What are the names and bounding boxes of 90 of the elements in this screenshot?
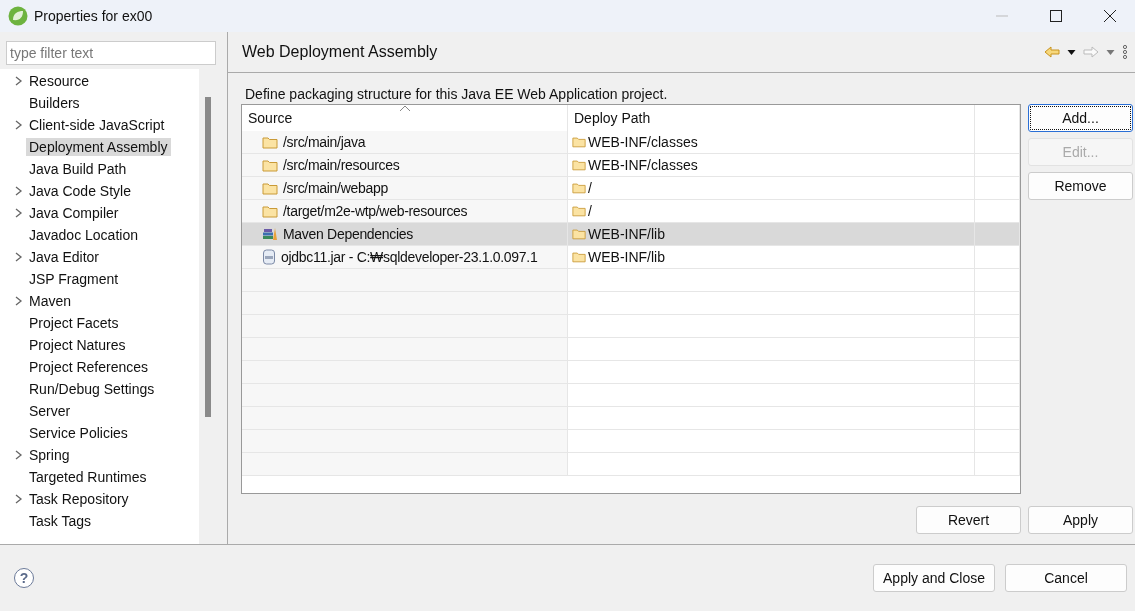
window-title: Properties for ex00 — [34, 8, 153, 24]
tree-item[interactable]: Java Build Path — [26, 160, 130, 178]
page-button[interactable]: Apply — [1028, 506, 1133, 534]
folder-icon — [572, 251, 586, 263]
maximize-icon[interactable] — [1050, 10, 1062, 22]
close-icon[interactable] — [1104, 10, 1116, 22]
tree-item[interactable]: Run/Debug Settings — [26, 380, 158, 398]
source-path: /target/m2e-wtp/web-resources — [283, 203, 468, 219]
folder-icon — [262, 158, 278, 172]
table-cell — [975, 384, 1020, 407]
table-cell — [975, 292, 1020, 315]
source-path: /src/main/webapp — [283, 180, 388, 196]
chevron-icon[interactable] — [15, 186, 23, 196]
tree-item[interactable]: Project References — [26, 358, 152, 376]
table-row[interactable]: ojdbc11.jar - C:₩sqldeveloper-23.1.0.097.1 WEB-INF/lib — [242, 246, 1020, 269]
page-description: Define packaging structure for this Java EE Web Application project. — [245, 86, 669, 102]
table-cell — [975, 453, 1020, 476]
deploy-path: WEB-INF/lib — [588, 226, 665, 242]
tree-item[interactable]: Task Tags — [26, 512, 94, 530]
tree-item[interactable]: Javadoc Location — [26, 226, 141, 244]
tree-item[interactable]: JSP Fragment — [26, 270, 122, 288]
deploy-path: WEB-INF/lib — [588, 249, 665, 265]
folder-icon — [572, 159, 586, 171]
tree-item[interactable]: Server — [26, 402, 74, 420]
folder-icon — [572, 182, 586, 194]
tree-item[interactable]: Task Repository — [26, 490, 132, 508]
deploy-path: / — [588, 203, 592, 219]
source-path: Maven Dependencies — [283, 226, 414, 242]
source-path: ojdbc11.jar - C:₩sqldeveloper-23.1.0.097.1 — [281, 249, 538, 265]
tree-item[interactable]: Java Editor — [26, 248, 103, 266]
more-options-icon[interactable] — [1122, 45, 1128, 59]
chevron-icon[interactable] — [15, 120, 23, 130]
folder-icon — [572, 205, 586, 217]
table-cell — [975, 338, 1020, 361]
deploy-path: WEB-INF/classes — [588, 157, 698, 173]
table-cell — [975, 315, 1020, 338]
side-button[interactable]: Add... — [1028, 104, 1133, 132]
tree-item[interactable]: Builders — [26, 94, 83, 112]
books-icon — [262, 227, 278, 241]
table-cell — [975, 430, 1020, 453]
column-header[interactable]: Deploy Path — [568, 105, 975, 131]
chevron-icon[interactable] — [15, 252, 23, 262]
table-cell — [975, 177, 1020, 200]
help-button[interactable]: ? — [14, 568, 34, 588]
source-path: /src/main/resources — [283, 157, 400, 173]
table-row[interactable]: /src/main/java WEB-INF/classes — [242, 131, 1020, 154]
table-cell — [975, 154, 1020, 177]
tree-item[interactable]: Maven — [26, 292, 75, 310]
chevron-icon[interactable] — [15, 76, 23, 86]
side-button[interactable]: Remove — [1028, 172, 1133, 200]
tree-item[interactable]: Java Compiler — [26, 204, 122, 222]
deploy-path: WEB-INF/classes — [588, 134, 698, 150]
table-cell — [975, 269, 1020, 292]
folder-icon — [262, 204, 278, 218]
table-cell — [975, 361, 1020, 384]
tree-item[interactable]: Client-side JavaScript — [26, 116, 168, 134]
page-button[interactable]: Revert — [916, 506, 1021, 534]
table-row[interactable]: /src/main/resources WEB-INF/classes — [242, 154, 1020, 177]
leaf-logo-icon — [8, 6, 28, 26]
tree-item[interactable]: Project Facets — [26, 314, 122, 332]
source-path: /src/main/java — [283, 134, 366, 150]
dialog-button[interactable]: Apply and Close — [873, 564, 995, 592]
tree-item[interactable]: Deployment Assembly — [26, 138, 171, 156]
sort-caret-icon — [400, 106, 410, 111]
chevron-icon[interactable] — [15, 208, 23, 218]
folder-icon — [572, 228, 586, 240]
tree-item[interactable]: Project Natures — [26, 336, 129, 354]
folder-icon — [572, 136, 586, 148]
table-row[interactable]: Maven Dependencies WEB-INF/lib — [242, 223, 1020, 246]
dialog-button[interactable]: Cancel — [1005, 564, 1127, 592]
tree-item[interactable]: Resource — [26, 72, 92, 90]
folder-icon — [262, 181, 278, 195]
table-row[interactable]: /src/main/webapp / — [242, 177, 1020, 200]
dropdown-caret-icon[interactable] — [1067, 49, 1076, 55]
deploy-path: / — [588, 180, 592, 196]
table-cell — [975, 246, 1020, 269]
page-title: Web Deployment Assembly — [242, 43, 438, 61]
tree-item[interactable]: Java Code Style — [26, 182, 134, 200]
chevron-icon[interactable] — [15, 450, 23, 460]
table-cell — [975, 223, 1020, 246]
folder-icon — [262, 135, 278, 149]
filter-field[interactable]: type filter text — [6, 41, 216, 65]
chevron-icon[interactable] — [15, 494, 23, 504]
jar-icon — [262, 249, 276, 265]
chevron-icon[interactable] — [15, 296, 23, 306]
tree-item[interactable]: Targeted Runtimes — [26, 468, 150, 486]
table-row[interactable]: /target/m2e-wtp/web-resources / — [242, 200, 1020, 223]
table-cell — [975, 407, 1020, 430]
tree-item[interactable]: Service Policies — [26, 424, 131, 442]
tree-item[interactable]: Spring — [26, 446, 73, 464]
